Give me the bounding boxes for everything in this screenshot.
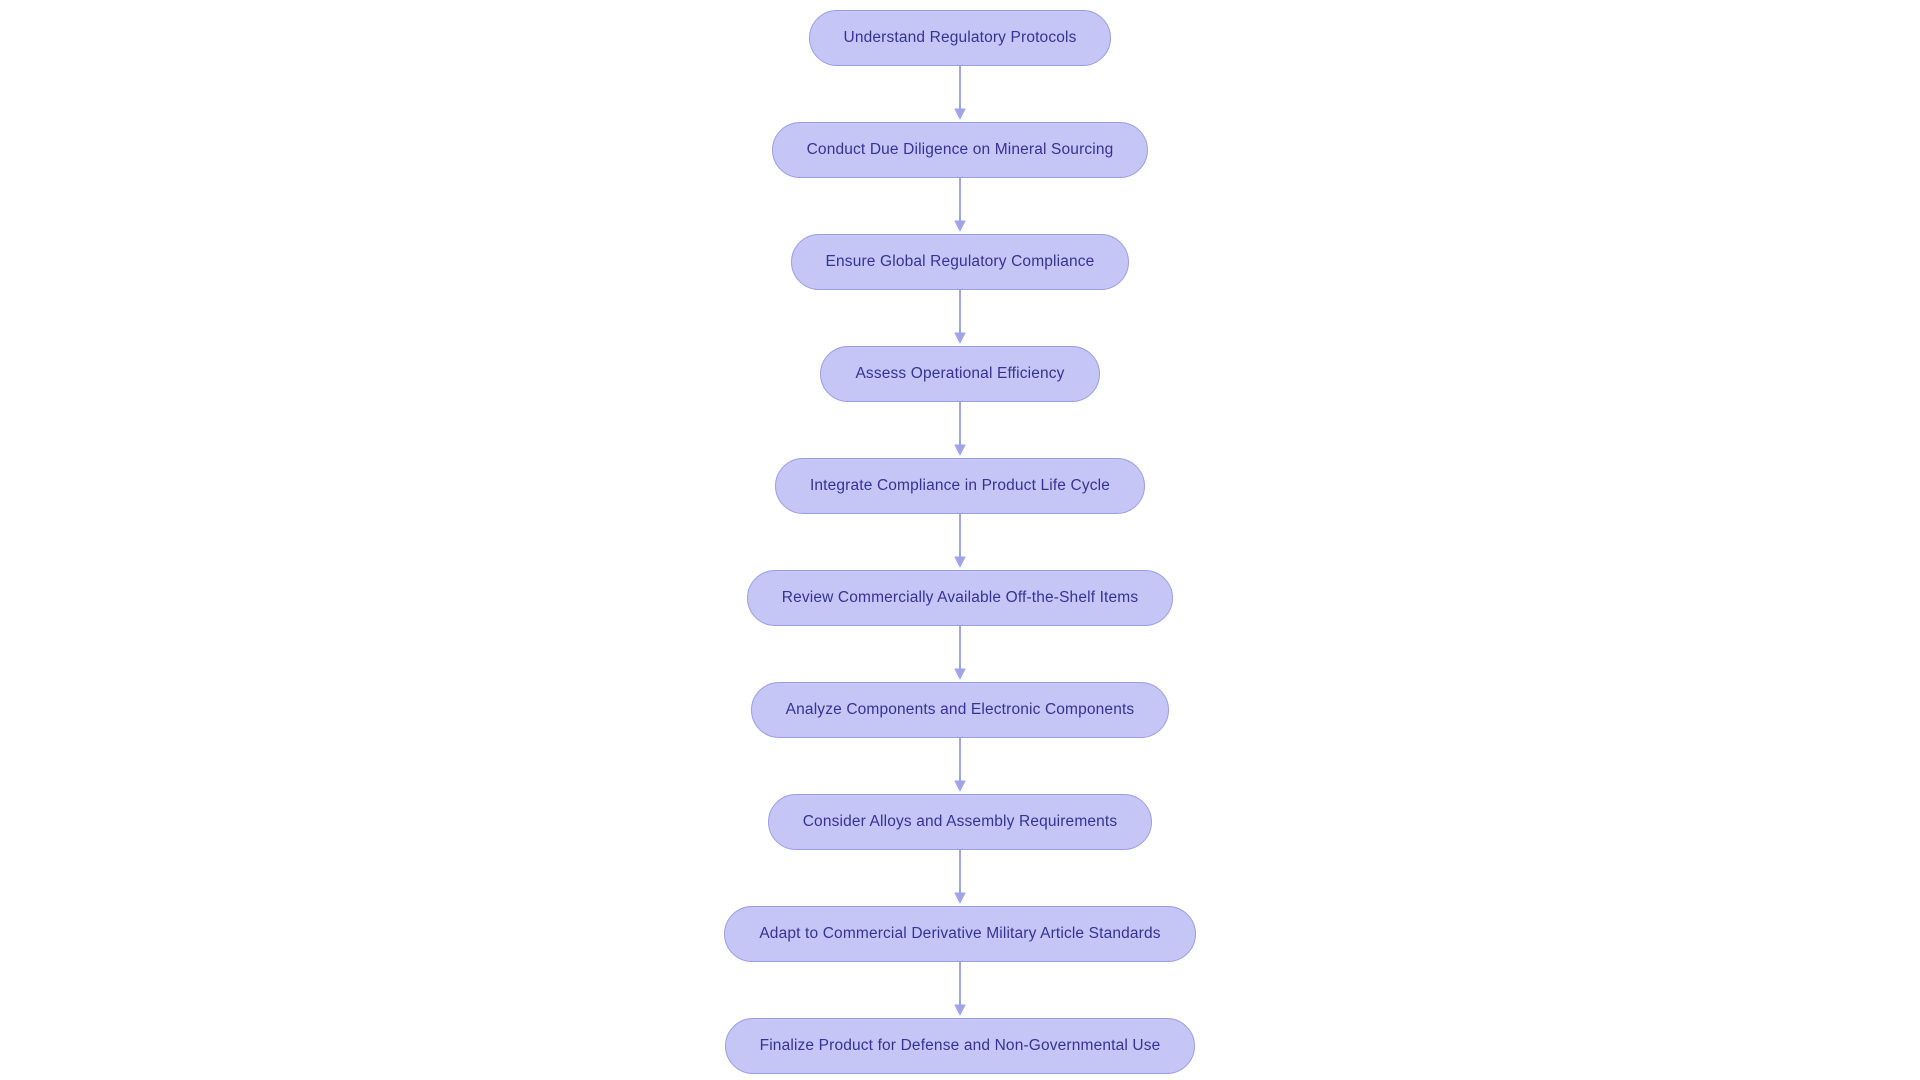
flowchart-node-label: Conduct Due Diligence on Mineral Sourcin… (806, 141, 1114, 159)
flowchart-connector-n9-to-n10 (954, 962, 966, 1016)
flowchart-node-label: Analyze Components and Electronic Compon… (785, 701, 1135, 719)
flowchart-connector-n2-to-n3 (954, 178, 966, 232)
flowchart-node-label: Assess Operational Efficiency (855, 365, 1065, 383)
down-arrow-icon (954, 108, 966, 120)
flowchart-node-n8[interactable]: Consider Alloys and Assembly Requirement… (767, 794, 1153, 850)
flowchart-node-n1[interactable]: Understand Regulatory Protocols (808, 10, 1112, 66)
flowchart-connector-n4-to-n5 (954, 402, 966, 456)
flowchart-node-n3[interactable]: Ensure Global Regulatory Compliance (790, 234, 1130, 290)
flowchart-connector-n5-to-n6 (954, 514, 966, 568)
flowchart-connector-n7-to-n8 (954, 738, 966, 792)
flowchart-node-label: Integrate Compliance in Product Life Cyc… (809, 477, 1111, 495)
flowchart-node-label: Consider Alloys and Assembly Requirement… (802, 813, 1118, 831)
flowchart-connector-n3-to-n4 (954, 290, 966, 344)
down-arrow-icon (954, 892, 966, 904)
flowchart-connector-n8-to-n9 (954, 850, 966, 904)
down-arrow-icon (954, 1004, 966, 1016)
down-arrow-icon (954, 556, 966, 568)
down-arrow-icon (954, 444, 966, 456)
flowchart-node-label: Review Commercially Available Off-the-Sh… (781, 589, 1139, 607)
flowchart-node-n6[interactable]: Review Commercially Available Off-the-Sh… (746, 570, 1174, 626)
flowchart-node-n5[interactable]: Integrate Compliance in Product Life Cyc… (774, 458, 1146, 514)
flowchart-node-n10[interactable]: Finalize Product for Defense and Non-Gov… (724, 1018, 1196, 1074)
flowchart-node-column: Understand Regulatory Protocols Conduct … (0, 10, 1920, 1074)
flowchart-node-n2[interactable]: Conduct Due Diligence on Mineral Sourcin… (771, 122, 1149, 178)
down-arrow-icon (954, 780, 966, 792)
flowchart-connector-n6-to-n7 (954, 626, 966, 680)
flowchart-node-label: Understand Regulatory Protocols (843, 29, 1077, 47)
flowchart-node-n4[interactable]: Assess Operational Efficiency (820, 346, 1100, 402)
flowchart-connector-n1-to-n2 (954, 66, 966, 120)
flowchart-node-label: Ensure Global Regulatory Compliance (825, 253, 1095, 271)
flowchart-node-n9[interactable]: Adapt to Commercial Derivative Military … (724, 906, 1196, 962)
flowchart-canvas: Understand Regulatory Protocols Conduct … (0, 0, 1920, 1080)
down-arrow-icon (954, 668, 966, 680)
flowchart-node-label: Adapt to Commercial Derivative Military … (759, 925, 1161, 943)
flowchart-node-label: Finalize Product for Defense and Non-Gov… (759, 1037, 1161, 1055)
down-arrow-icon (954, 332, 966, 344)
down-arrow-icon (954, 220, 966, 232)
flowchart-node-n7[interactable]: Analyze Components and Electronic Compon… (750, 682, 1170, 738)
